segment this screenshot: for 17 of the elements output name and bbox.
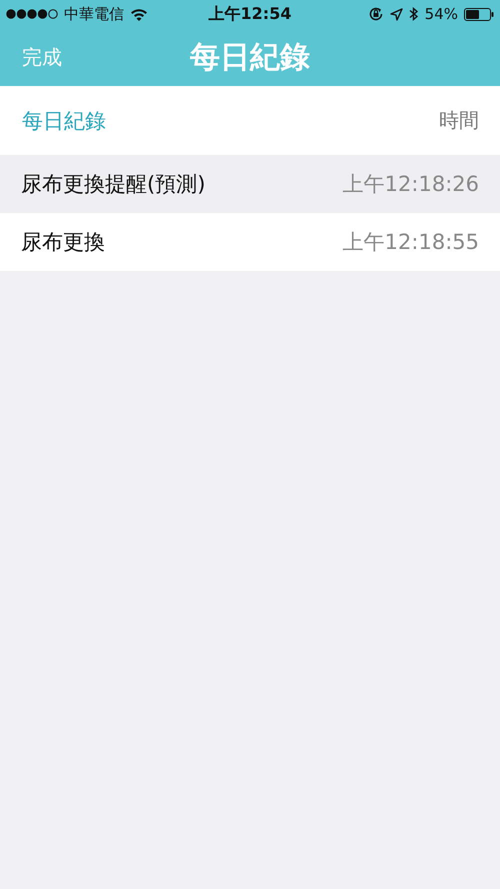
record-time: 上午12:18:26 [342,171,479,198]
record-row[interactable]: 尿布更換 上午12:18:55 [0,213,500,271]
rotation-lock-icon [368,6,384,22]
section-title: 每日紀錄 [22,108,106,134]
battery-percent: 54% [424,5,458,23]
carrier-name: 中華電信 [64,4,124,24]
bluetooth-icon [408,6,419,22]
signal-icon [6,9,58,19]
column-label: 時間 [439,107,479,134]
nav-title: 每日紀錄 [190,38,310,76]
record-time: 上午12:18:55 [342,229,479,256]
status-time: 上午12:54 [208,4,292,24]
location-arrow-icon [390,8,403,20]
record-name: 尿布更換 [21,229,105,256]
record-name: 尿布更換提醒(預測) [21,171,206,198]
wifi-icon [130,8,148,20]
battery-icon [464,8,494,20]
